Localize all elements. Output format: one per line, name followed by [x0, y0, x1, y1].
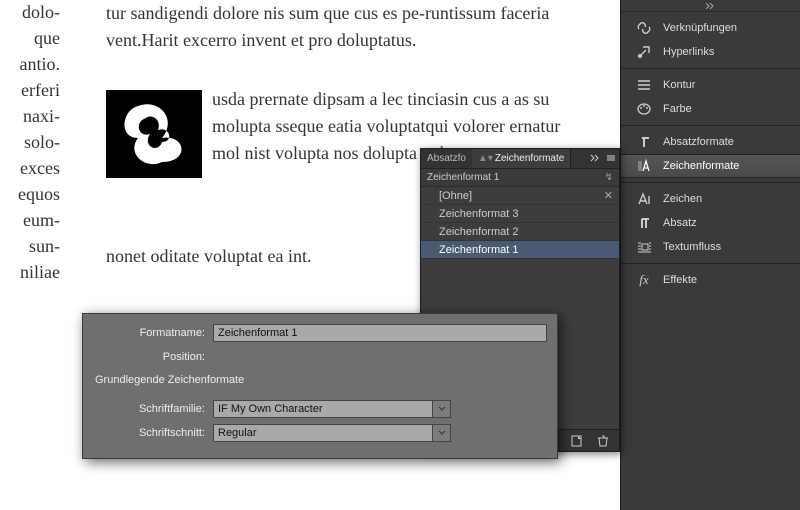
- text-frag: eum-: [0, 208, 60, 232]
- character-style-options-dialog: Formatname: Zeichenformat 1 Position: Gr…: [82, 313, 558, 459]
- style-name: Zeichenformat 2: [439, 226, 518, 238]
- font-family-select[interactable]: IF My Own Character: [213, 400, 433, 418]
- character-styles-icon: [635, 157, 653, 175]
- style-name: Zeichenformat 1: [439, 244, 518, 256]
- format-name-label: Formatname:: [93, 327, 213, 339]
- panel-character[interactable]: Zeichen: [621, 187, 800, 211]
- chevron-down-icon: [438, 430, 446, 436]
- text-frag: dolo-: [0, 0, 60, 24]
- panel-hyperlinks[interactable]: Hyperlinks: [621, 40, 800, 64]
- chevron-right-double-icon: [706, 3, 716, 9]
- panel-label: Hyperlinks: [663, 46, 714, 58]
- text-wrap-icon: [635, 238, 653, 256]
- panel-menu-icon: [606, 154, 616, 162]
- text-frag: niliae: [0, 260, 60, 284]
- custom-glyph-icon: [114, 94, 194, 174]
- links-icon: [635, 19, 653, 37]
- panel-collapse-button[interactable]: [587, 153, 603, 165]
- text-frag: solo-: [0, 130, 60, 154]
- panel-label: Zeichenformate: [663, 160, 739, 172]
- style-row[interactable]: Zeichenformat 3: [421, 205, 619, 223]
- paragraph-icon: [635, 214, 653, 232]
- new-style-button[interactable]: [569, 433, 585, 449]
- text-frag: exces: [0, 156, 60, 180]
- panel-stroke[interactable]: Kontur: [621, 73, 800, 97]
- panel-character-styles[interactable]: Zeichenformate: [621, 154, 800, 178]
- delete-style-button[interactable]: [595, 433, 611, 449]
- panel-current-style: Zeichenformat 1 ↯: [421, 169, 619, 187]
- panel-label: Absatz: [663, 217, 697, 229]
- paragraph: tur sandigendi dolore nis sum que cus es…: [106, 0, 586, 54]
- panel-links[interactable]: Verknüpfungen: [621, 16, 800, 40]
- quick-apply-icon[interactable]: ↯: [605, 172, 613, 183]
- chevron-down-icon: [438, 406, 446, 412]
- panel-tab-bar: Absatzfo ▲▾ Zeichenformate: [421, 149, 619, 169]
- trash-icon: [596, 435, 610, 447]
- font-family-dropdown-button[interactable]: [433, 400, 451, 418]
- text-frag: que: [0, 26, 60, 50]
- style-row-none[interactable]: [Ohne] ✕: [421, 187, 619, 205]
- text-frag: erferi: [0, 78, 60, 102]
- text-frag: equos: [0, 182, 60, 206]
- tab-paragraph-styles[interactable]: Absatzfo: [421, 149, 472, 168]
- double-chevron-icon: [590, 154, 600, 162]
- color-palette-icon: [635, 100, 653, 118]
- text-frag: antio.: [0, 52, 60, 76]
- font-style-label: Schriftschnitt:: [93, 427, 213, 439]
- text-frag: sun-: [0, 234, 60, 258]
- tab-label: Zeichenformate: [495, 153, 564, 164]
- panel-text-wrap[interactable]: Textumfluss: [621, 235, 800, 259]
- dock-collapse-handle[interactable]: [621, 0, 800, 12]
- style-row[interactable]: Zeichenformat 2: [421, 223, 619, 241]
- panel-effects[interactable]: fx Effekte: [621, 268, 800, 292]
- font-family-label: Schriftfamilie:: [93, 403, 213, 415]
- hyperlinks-icon: [635, 43, 653, 61]
- font-style-dropdown-button[interactable]: [433, 424, 451, 442]
- style-row-selected[interactable]: Zeichenformat 1: [421, 241, 619, 259]
- panel-label: Effekte: [663, 274, 697, 286]
- right-panel-dock: Verknüpfungen Hyperlinks Kontur Farbe Ab…: [620, 0, 800, 510]
- panel-label: Zeichen: [663, 193, 702, 205]
- panel-label: Textumfluss: [663, 241, 721, 253]
- style-name: [Ohne]: [439, 190, 472, 202]
- position-label: Position:: [93, 351, 213, 363]
- text-frag: naxi-: [0, 104, 60, 128]
- tab-character-styles[interactable]: ▲▾ Zeichenformate: [472, 149, 571, 168]
- dropcap-glyph: [106, 90, 202, 178]
- panel-paragraph[interactable]: Absatz: [621, 211, 800, 235]
- paragraph-styles-icon: [635, 133, 653, 151]
- format-name-input[interactable]: Zeichenformat 1: [213, 324, 547, 342]
- panel-label: Farbe: [663, 103, 692, 115]
- current-style-label: Zeichenformat 1: [427, 172, 499, 183]
- stroke-icon: [635, 76, 653, 94]
- new-page-icon: [570, 435, 584, 447]
- clear-override-icon[interactable]: ✕: [604, 189, 613, 202]
- panel-color[interactable]: Farbe: [621, 97, 800, 121]
- section-heading: Grundlegende Zeichenformate: [93, 370, 547, 392]
- style-name: Zeichenformat 3: [439, 208, 518, 220]
- panel-menu-button[interactable]: [603, 153, 619, 165]
- character-icon: [635, 190, 653, 208]
- panel-paragraph-styles[interactable]: Absatzformate: [621, 130, 800, 154]
- sort-icon: ▲▾: [478, 153, 493, 164]
- effects-icon: fx: [635, 271, 653, 289]
- left-column-fragments: dolo- que antio. erferi naxi- solo- exce…: [0, 0, 60, 286]
- style-list: [Ohne] ✕ Zeichenformat 3 Zeichenformat 2…: [421, 187, 619, 259]
- panel-label: Verknüpfungen: [663, 22, 737, 34]
- panel-label: Absatzformate: [663, 136, 734, 148]
- font-style-select[interactable]: Regular: [213, 424, 433, 442]
- panel-label: Kontur: [663, 79, 695, 91]
